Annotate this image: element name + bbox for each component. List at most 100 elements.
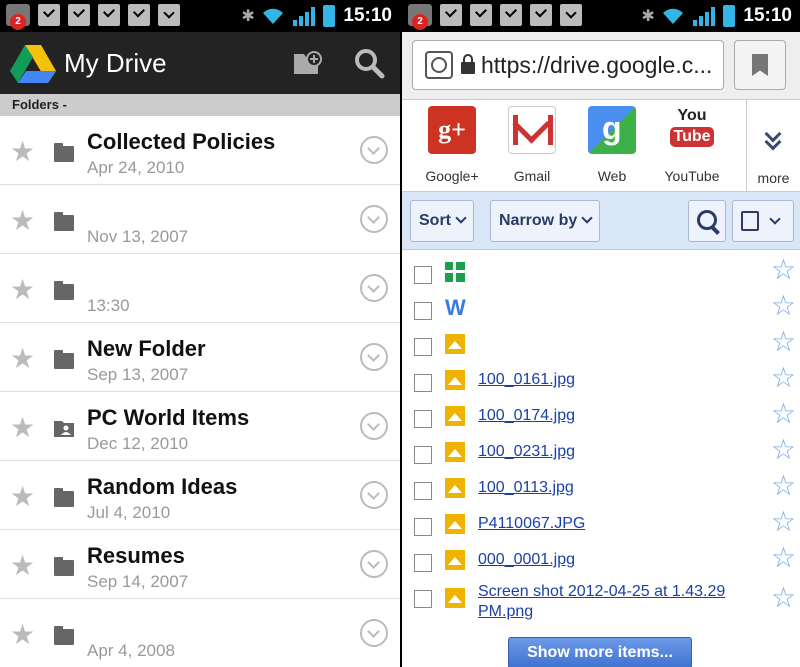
folder-row[interactable]: ★ Resumes Sep 14, 2007 <box>0 530 400 599</box>
folder-icon <box>54 212 74 231</box>
file-name[interactable]: Screen shot 2012-04-25 at 1.43.29 PM.png <box>478 582 748 622</box>
folder-row[interactable]: ★ New Folder Sep 13, 2007 <box>0 323 400 392</box>
file-checkbox[interactable] <box>414 410 432 428</box>
search-icon[interactable] <box>352 46 386 80</box>
chevron-down-icon <box>769 213 781 225</box>
star-icon[interactable]: ★ <box>10 276 35 304</box>
folder-row[interactable]: ★ 13:30 <box>0 254 400 323</box>
file-checkbox[interactable] <box>414 446 432 464</box>
bookmark-button[interactable] <box>734 40 786 90</box>
file-row[interactable]: Screen shot 2012-04-25 at 1.43.29 PM.png… <box>402 576 800 620</box>
sort-button[interactable]: Sort <box>410 200 474 242</box>
chevron-down-icon[interactable] <box>360 136 388 164</box>
folders-section-header[interactable]: Folders - <box>0 94 400 116</box>
file-row[interactable]: ☆ <box>402 256 800 292</box>
star-icon[interactable]: ☆ <box>771 364 796 392</box>
file-name[interactable]: P4110067.JPG <box>478 514 748 534</box>
star-icon[interactable]: ★ <box>10 552 35 580</box>
shortcut-youtube[interactable]: You Tube YouTube <box>652 106 732 184</box>
search-button[interactable] <box>688 200 726 242</box>
star-icon[interactable]: ☆ <box>771 436 796 464</box>
spreadsheet-icon <box>445 262 465 282</box>
file-row[interactable]: 100_0174.jpg ☆ <box>402 400 800 436</box>
star-icon[interactable]: ☆ <box>771 292 796 320</box>
wifi-icon <box>263 8 284 24</box>
shortcut-gmail[interactable]: Gmail <box>492 106 572 184</box>
chevron-down-icon <box>455 212 467 224</box>
globe-icon[interactable] <box>425 51 453 79</box>
youtube-icon: You Tube <box>668 106 716 154</box>
star-icon[interactable]: ★ <box>10 621 35 649</box>
file-name[interactable]: 100_0161.jpg <box>478 370 748 390</box>
shortcut-label: Web <box>597 168 627 184</box>
folder-date: Dec 12, 2010 <box>87 434 189 453</box>
url-text[interactable]: https://drive.google.c... <box>481 52 712 79</box>
file-checkbox[interactable] <box>414 590 432 608</box>
status-time: 15:10 <box>343 5 392 26</box>
folder-row[interactable]: ★ Random Ideas Jul 4, 2010 <box>0 461 400 530</box>
file-checkbox[interactable] <box>414 266 432 284</box>
file-checkbox[interactable] <box>414 302 432 320</box>
file-name[interactable]: 100_0231.jpg <box>478 442 748 462</box>
shortcut-web[interactable]: Web <box>572 106 652 184</box>
file-checkbox[interactable] <box>414 374 432 392</box>
chevron-down-icon[interactable] <box>360 481 388 509</box>
chevron-down-icon[interactable] <box>360 619 388 647</box>
chevron-down-icon[interactable] <box>360 550 388 578</box>
drive-web-toolbar: Sort Narrow by <box>402 192 800 250</box>
web-icon <box>588 106 636 154</box>
status-bar: 2 ✱ 15:10 <box>0 0 400 32</box>
star-icon[interactable]: ★ <box>10 483 35 511</box>
file-name[interactable]: 000_0001.jpg <box>478 550 748 570</box>
shortcut-label: YouTube <box>664 168 720 184</box>
file-checkbox[interactable] <box>414 518 432 536</box>
file-name[interactable]: 100_0113.jpg <box>478 478 748 498</box>
google-drive-logo-icon[interactable] <box>10 43 56 83</box>
star-icon[interactable]: ★ <box>10 207 35 235</box>
star-icon[interactable]: ★ <box>10 138 35 166</box>
shortcut-google-plus[interactable]: g+ Google+ <box>412 106 492 184</box>
file-row[interactable]: P4110067.JPG ☆ <box>402 508 800 544</box>
star-icon[interactable]: ★ <box>10 345 35 373</box>
narrow-by-label: Narrow by <box>499 212 578 229</box>
file-checkbox[interactable] <box>414 482 432 500</box>
image-file-icon <box>445 442 465 462</box>
drive-action-bar: My Drive <box>0 32 400 94</box>
folder-row[interactable]: ★ Apr 4, 2008 <box>0 599 400 667</box>
star-icon[interactable]: ☆ <box>771 584 796 612</box>
shortcut-label: Gmail <box>513 168 551 184</box>
star-icon[interactable]: ☆ <box>771 400 796 428</box>
chevron-down-icon[interactable] <box>360 412 388 440</box>
star-icon[interactable]: ☆ <box>771 328 796 356</box>
narrow-by-button[interactable]: Narrow by <box>490 200 601 242</box>
file-row[interactable]: W ☆ <box>402 292 800 328</box>
shortcut-label: Google+ <box>425 168 479 184</box>
folder-date: Nov 13, 2007 <box>87 227 189 246</box>
compose-menu-button[interactable] <box>732 200 794 242</box>
star-icon[interactable]: ☆ <box>771 256 796 284</box>
file-checkbox[interactable] <box>414 554 432 572</box>
star-icon[interactable]: ☆ <box>771 544 796 572</box>
new-folder-icon[interactable] <box>290 46 324 80</box>
url-bar[interactable]: https://drive.google.c... <box>412 40 724 90</box>
show-more-items-button[interactable]: Show more items... <box>508 637 692 667</box>
signal-icon <box>293 6 316 26</box>
file-name[interactable]: 100_0174.jpg <box>478 406 748 426</box>
folder-row[interactable]: ★ Nov 13, 2007 <box>0 185 400 254</box>
file-row[interactable]: 100_0231.jpg ☆ <box>402 436 800 472</box>
file-row[interactable]: 100_0113.jpg ☆ <box>402 472 800 508</box>
file-checkbox[interactable] <box>414 338 432 356</box>
chevron-down-icon[interactable] <box>360 343 388 371</box>
file-row[interactable]: ☆ <box>402 328 800 364</box>
star-icon[interactable]: ☆ <box>771 472 796 500</box>
folder-row[interactable]: ★ PC World Items Dec 12, 2010 <box>0 392 400 461</box>
chevron-down-icon[interactable] <box>360 205 388 233</box>
folder-row[interactable]: ★ Collected Policies Apr 24, 2010 <box>0 116 400 185</box>
star-icon[interactable]: ☆ <box>771 508 796 536</box>
file-row[interactable]: 100_0161.jpg ☆ <box>402 364 800 400</box>
chevron-down-icon[interactable] <box>360 274 388 302</box>
document-icon: W <box>445 295 466 320</box>
file-row[interactable]: 000_0001.jpg ☆ <box>402 544 800 580</box>
more-shortcuts-button[interactable]: more <box>746 100 800 192</box>
star-icon[interactable]: ★ <box>10 414 35 442</box>
